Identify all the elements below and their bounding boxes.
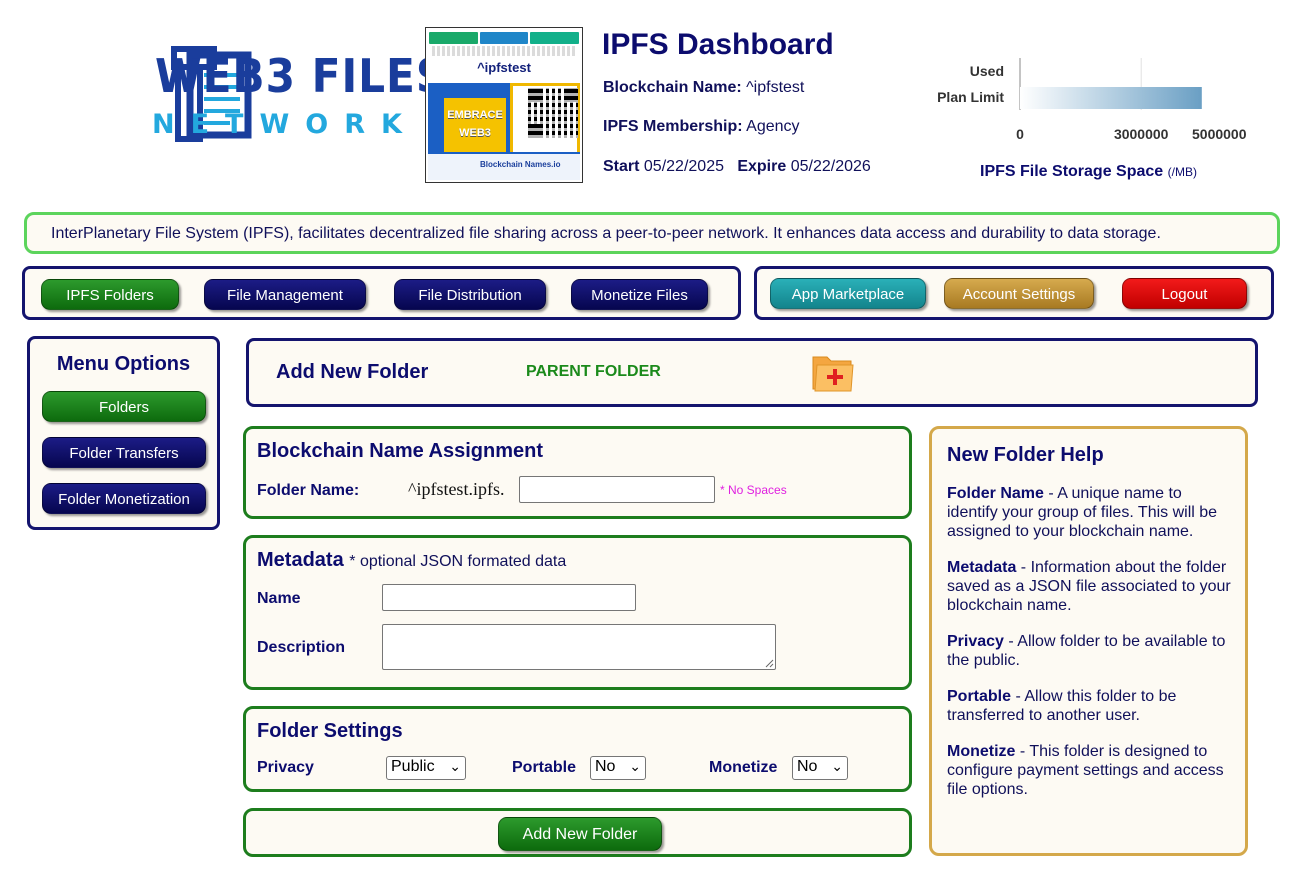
logo-word-network: NETWORK	[152, 109, 418, 140]
blockchain-name-value: ^ipfstest	[746, 79, 805, 96]
badge-name: ^ipfstest	[477, 60, 531, 75]
help-item-monetize: Monetize - This folder is designed to co…	[947, 742, 1231, 799]
new-folder-help-panel: New Folder Help Folder Name - A unique n…	[929, 426, 1248, 856]
menu-options-title: Menu Options	[56, 353, 191, 375]
privacy-select[interactable]: Public ⌄	[386, 756, 466, 780]
menu-folders-button[interactable]: Folders	[42, 391, 206, 422]
membership-value: Agency	[746, 118, 800, 135]
metadata-description-textarea[interactable]	[382, 624, 776, 670]
blockchain-name-assignment-card: Blockchain Name Assignment Folder Name: …	[243, 426, 912, 519]
help-term: Folder Name	[947, 485, 1044, 502]
monetize-select-value: No	[797, 758, 818, 775]
help-term: Privacy	[947, 633, 1004, 650]
app-marketplace-button[interactable]: App Marketplace	[770, 278, 926, 309]
help-term: Monetize	[947, 743, 1016, 760]
nav-file-management-button[interactable]: File Management	[204, 279, 366, 310]
badge-footer: Blockchain Names.io	[428, 152, 580, 180]
chart-unit: (/MB)	[1167, 165, 1197, 179]
start-date: 05/22/2025	[643, 158, 724, 175]
chart-tick-label: 3000000	[1114, 126, 1169, 142]
metadata-name-label: Name	[257, 590, 301, 607]
membership-dates: Start 05/22/2025 Expire 05/22/2026	[603, 158, 871, 176]
chart-category-label: Plan Limit	[937, 89, 1004, 105]
help-item-metadata: Metadata - Information about the folder …	[947, 558, 1231, 615]
metadata-name-input[interactable]	[382, 584, 636, 611]
chevron-down-icon: ⌄	[629, 758, 641, 774]
chevron-down-icon: ⌄	[449, 758, 461, 774]
logout-button[interactable]: Logout	[1122, 278, 1247, 309]
membership-badge: ^ipfstest EMBRACE WEB3 Blockchain Names.…	[425, 27, 583, 183]
logo-word-web3-files: WEB3 FILES	[155, 49, 448, 103]
menu-options-panel: Menu Options Folders Folder Transfers Fo…	[27, 336, 220, 530]
membership-label: IPFS Membership:	[603, 118, 743, 135]
resize-handle-icon[interactable]	[765, 659, 774, 668]
help-term: Portable	[947, 688, 1012, 705]
metadata-subtitle: * optional JSON formated data	[349, 553, 567, 570]
badge-footer-text: Blockchain Names.io	[480, 160, 561, 169]
chart-bar	[1020, 87, 1202, 109]
badge-embrace-web3: EMBRACE WEB3	[444, 98, 506, 154]
nav-ipfs-folders-button[interactable]: IPFS Folders	[41, 279, 179, 310]
add-new-folder-title: Add New Folder	[276, 361, 429, 383]
portable-label: Portable	[512, 759, 577, 776]
expire-label: Expire	[737, 158, 787, 175]
no-spaces-hint: * No Spaces	[720, 483, 787, 497]
page-title: IPFS Dashboard	[602, 28, 834, 61]
assignment-title: Blockchain Name Assignment	[257, 440, 544, 462]
ipfs-description-banner: InterPlanetary File System (IPFS), facil…	[24, 212, 1280, 254]
help-item-privacy: Privacy - Allow folder to be available t…	[947, 632, 1231, 670]
portable-select[interactable]: No ⌄	[590, 756, 646, 780]
badge-fine-print	[432, 46, 576, 56]
folder-name-input[interactable]	[519, 476, 715, 503]
nav-monetize-files-button[interactable]: Monetize Files	[571, 279, 708, 310]
add-new-folder-header: Add New Folder PARENT FOLDER	[246, 338, 1258, 407]
submit-card: Add New Folder	[243, 808, 912, 857]
chart-category-label: Used	[970, 63, 1004, 79]
help-term: Metadata	[947, 559, 1017, 576]
storage-chart: Used Plan Limit 0 3000000 5000000	[937, 58, 1247, 142]
metadata-description-label: Description	[257, 639, 346, 656]
storage-chart-title: IPFS File Storage Space (/MB)	[980, 163, 1197, 181]
privacy-select-value: Public	[391, 758, 435, 775]
primary-nav: IPFS Folders File Management File Distri…	[22, 266, 741, 320]
chart-title: IPFS File Storage Space	[980, 163, 1164, 180]
expire-date: 05/22/2026	[790, 158, 871, 175]
metadata-title: Metadata * optional JSON formated data	[257, 549, 566, 572]
folder-name-label: Folder Name:	[257, 482, 360, 499]
menu-folder-monetization-button[interactable]: Folder Monetization	[42, 483, 206, 514]
qr-pattern	[528, 88, 578, 138]
chart-tick-label: 0	[1016, 126, 1024, 142]
parent-folder-label[interactable]: PARENT FOLDER	[526, 363, 661, 381]
folder-name-prefix: ^ipfstest.ipfs.	[408, 479, 505, 499]
portable-select-value: No	[595, 758, 616, 775]
folder-settings-title: Folder Settings	[257, 720, 403, 742]
folder-settings-card: Folder Settings Privacy Public ⌄ Portabl…	[243, 706, 912, 792]
help-item-portable: Portable - Allow this folder to be trans…	[947, 687, 1231, 725]
privacy-label: Privacy	[257, 759, 314, 776]
add-folder-icon[interactable]	[811, 351, 855, 395]
add-new-folder-button[interactable]: Add New Folder	[498, 817, 662, 851]
account-nav: App Marketplace Account Settings Logout	[754, 266, 1274, 320]
account-settings-button[interactable]: Account Settings	[944, 278, 1094, 309]
help-title: New Folder Help	[947, 444, 1104, 466]
start-label: Start	[603, 158, 640, 175]
metadata-heading: Metadata	[257, 549, 344, 571]
menu-folder-transfers-button[interactable]: Folder Transfers	[42, 437, 206, 468]
help-item-folder-name: Folder Name - A unique name to identify …	[947, 484, 1231, 541]
monetize-label: Monetize	[709, 759, 778, 776]
metadata-card: Metadata * optional JSON formated data N…	[243, 535, 912, 690]
badge-ribbon	[429, 32, 580, 44]
blockchain-name-line: Blockchain Name: ^ipfstest	[603, 79, 804, 97]
monetize-select[interactable]: No ⌄	[792, 756, 848, 780]
chevron-down-icon: ⌄	[831, 758, 843, 774]
nav-file-distribution-button[interactable]: File Distribution	[394, 279, 546, 310]
blockchain-name-label: Blockchain Name:	[603, 79, 742, 96]
chart-tick-label: 5000000	[1192, 126, 1247, 142]
membership-line: IPFS Membership: Agency	[603, 118, 800, 136]
